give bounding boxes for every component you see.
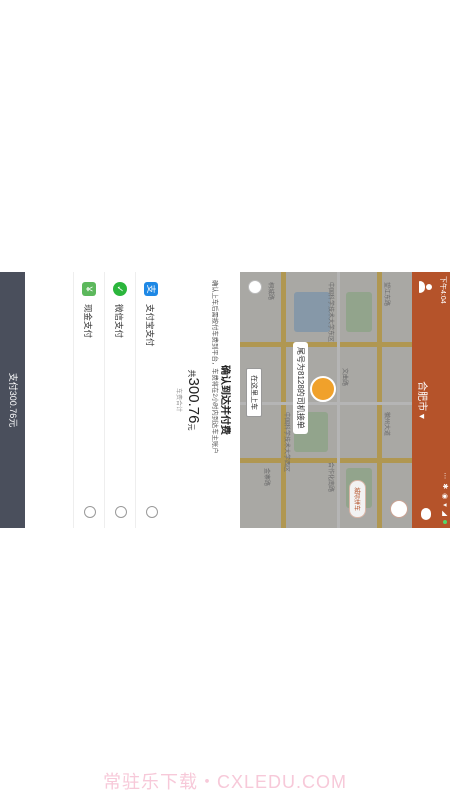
payment-option-cash[interactable]: ¥ 现金支付 [73, 272, 104, 528]
top-bar: 合肥市 ▾ [412, 272, 438, 528]
watermark: 常驻乐下载・CXLEDU.COM [102, 772, 347, 792]
rotated-screen: 下午4:04 ⋯ ✱ ◉ ▾ ◢ 合肥市 ▾ 望江东路 文曲路 中国科学技术大学… [0, 272, 450, 528]
payment-option-alipay[interactable]: 支 支付宝支付 [135, 272, 166, 528]
driver-pin-icon [310, 376, 336, 402]
battery-icon [442, 520, 447, 524]
message-icon[interactable] [421, 508, 431, 520]
radio-button[interactable] [84, 506, 96, 518]
locate-icon[interactable] [248, 280, 262, 294]
city-selector[interactable]: 合肥市 ▾ [416, 272, 431, 528]
intercity-carpool-button[interactable]: 城际拼车 [349, 479, 366, 518]
order-list-icon[interactable] [390, 500, 408, 518]
amount-unit: 元 [187, 423, 194, 431]
board-here-button[interactable]: 在这里上车 [246, 368, 262, 417]
amount-row: 共300.76元 [184, 272, 202, 528]
signal-icons: ⋯ ✱ ◉ ▾ ◢ [441, 472, 448, 518]
radio-button[interactable] [115, 506, 127, 518]
amount-value: 300.76 [185, 377, 202, 424]
payment-option-label: 微信支付 [114, 304, 124, 339]
alipay-icon: 支 [144, 282, 158, 296]
payment-sheet: 确认到达并付费 确认上车后需按付车费到平台，车费将在2小时内到达车主账户 共30… [0, 272, 240, 528]
payment-option-label: 支付宝支付 [145, 304, 155, 347]
payment-option-label: 现金支付 [83, 304, 93, 339]
sheet-title: 确认到达并付费 [219, 365, 230, 435]
payment-method-list: 支 支付宝支付 ✓ 微信支付 ¥ 现金支付 [73, 272, 166, 528]
status-bar: 下午4:04 ⋯ ✱ ◉ ▾ ◢ [438, 272, 450, 528]
map-view[interactable]: 望江东路 文曲路 中国科学技术大学西区 中国科学技术大学东区 徽州大道 合作化南… [240, 272, 412, 528]
wechat-pay-icon: ✓ [113, 282, 127, 296]
status-icons: ⋯ ✱ ◉ ▾ ◢ [441, 472, 449, 524]
pay-button[interactable]: 支付300.76元 [0, 272, 25, 528]
driver-status-label: 尾号为8128的司机接单 [293, 342, 308, 434]
sheet-description: 确认上车后需按付车费到平台，车费将在2小时内到达车主账户 [211, 280, 218, 454]
amount-subtitle: 车费合计 [175, 387, 181, 412]
radio-button[interactable] [146, 506, 158, 518]
cash-icon: ¥ [82, 282, 96, 296]
app-screen: 下午4:04 ⋯ ✱ ◉ ▾ ◢ 合肥市 ▾ 望江东路 文曲路 中国科学技术大学… [0, 272, 450, 528]
payment-option-wechat[interactable]: ✓ 微信支付 [104, 272, 135, 528]
status-time: 下午4:04 [439, 276, 446, 304]
amount-prefix: 共 [187, 369, 196, 378]
